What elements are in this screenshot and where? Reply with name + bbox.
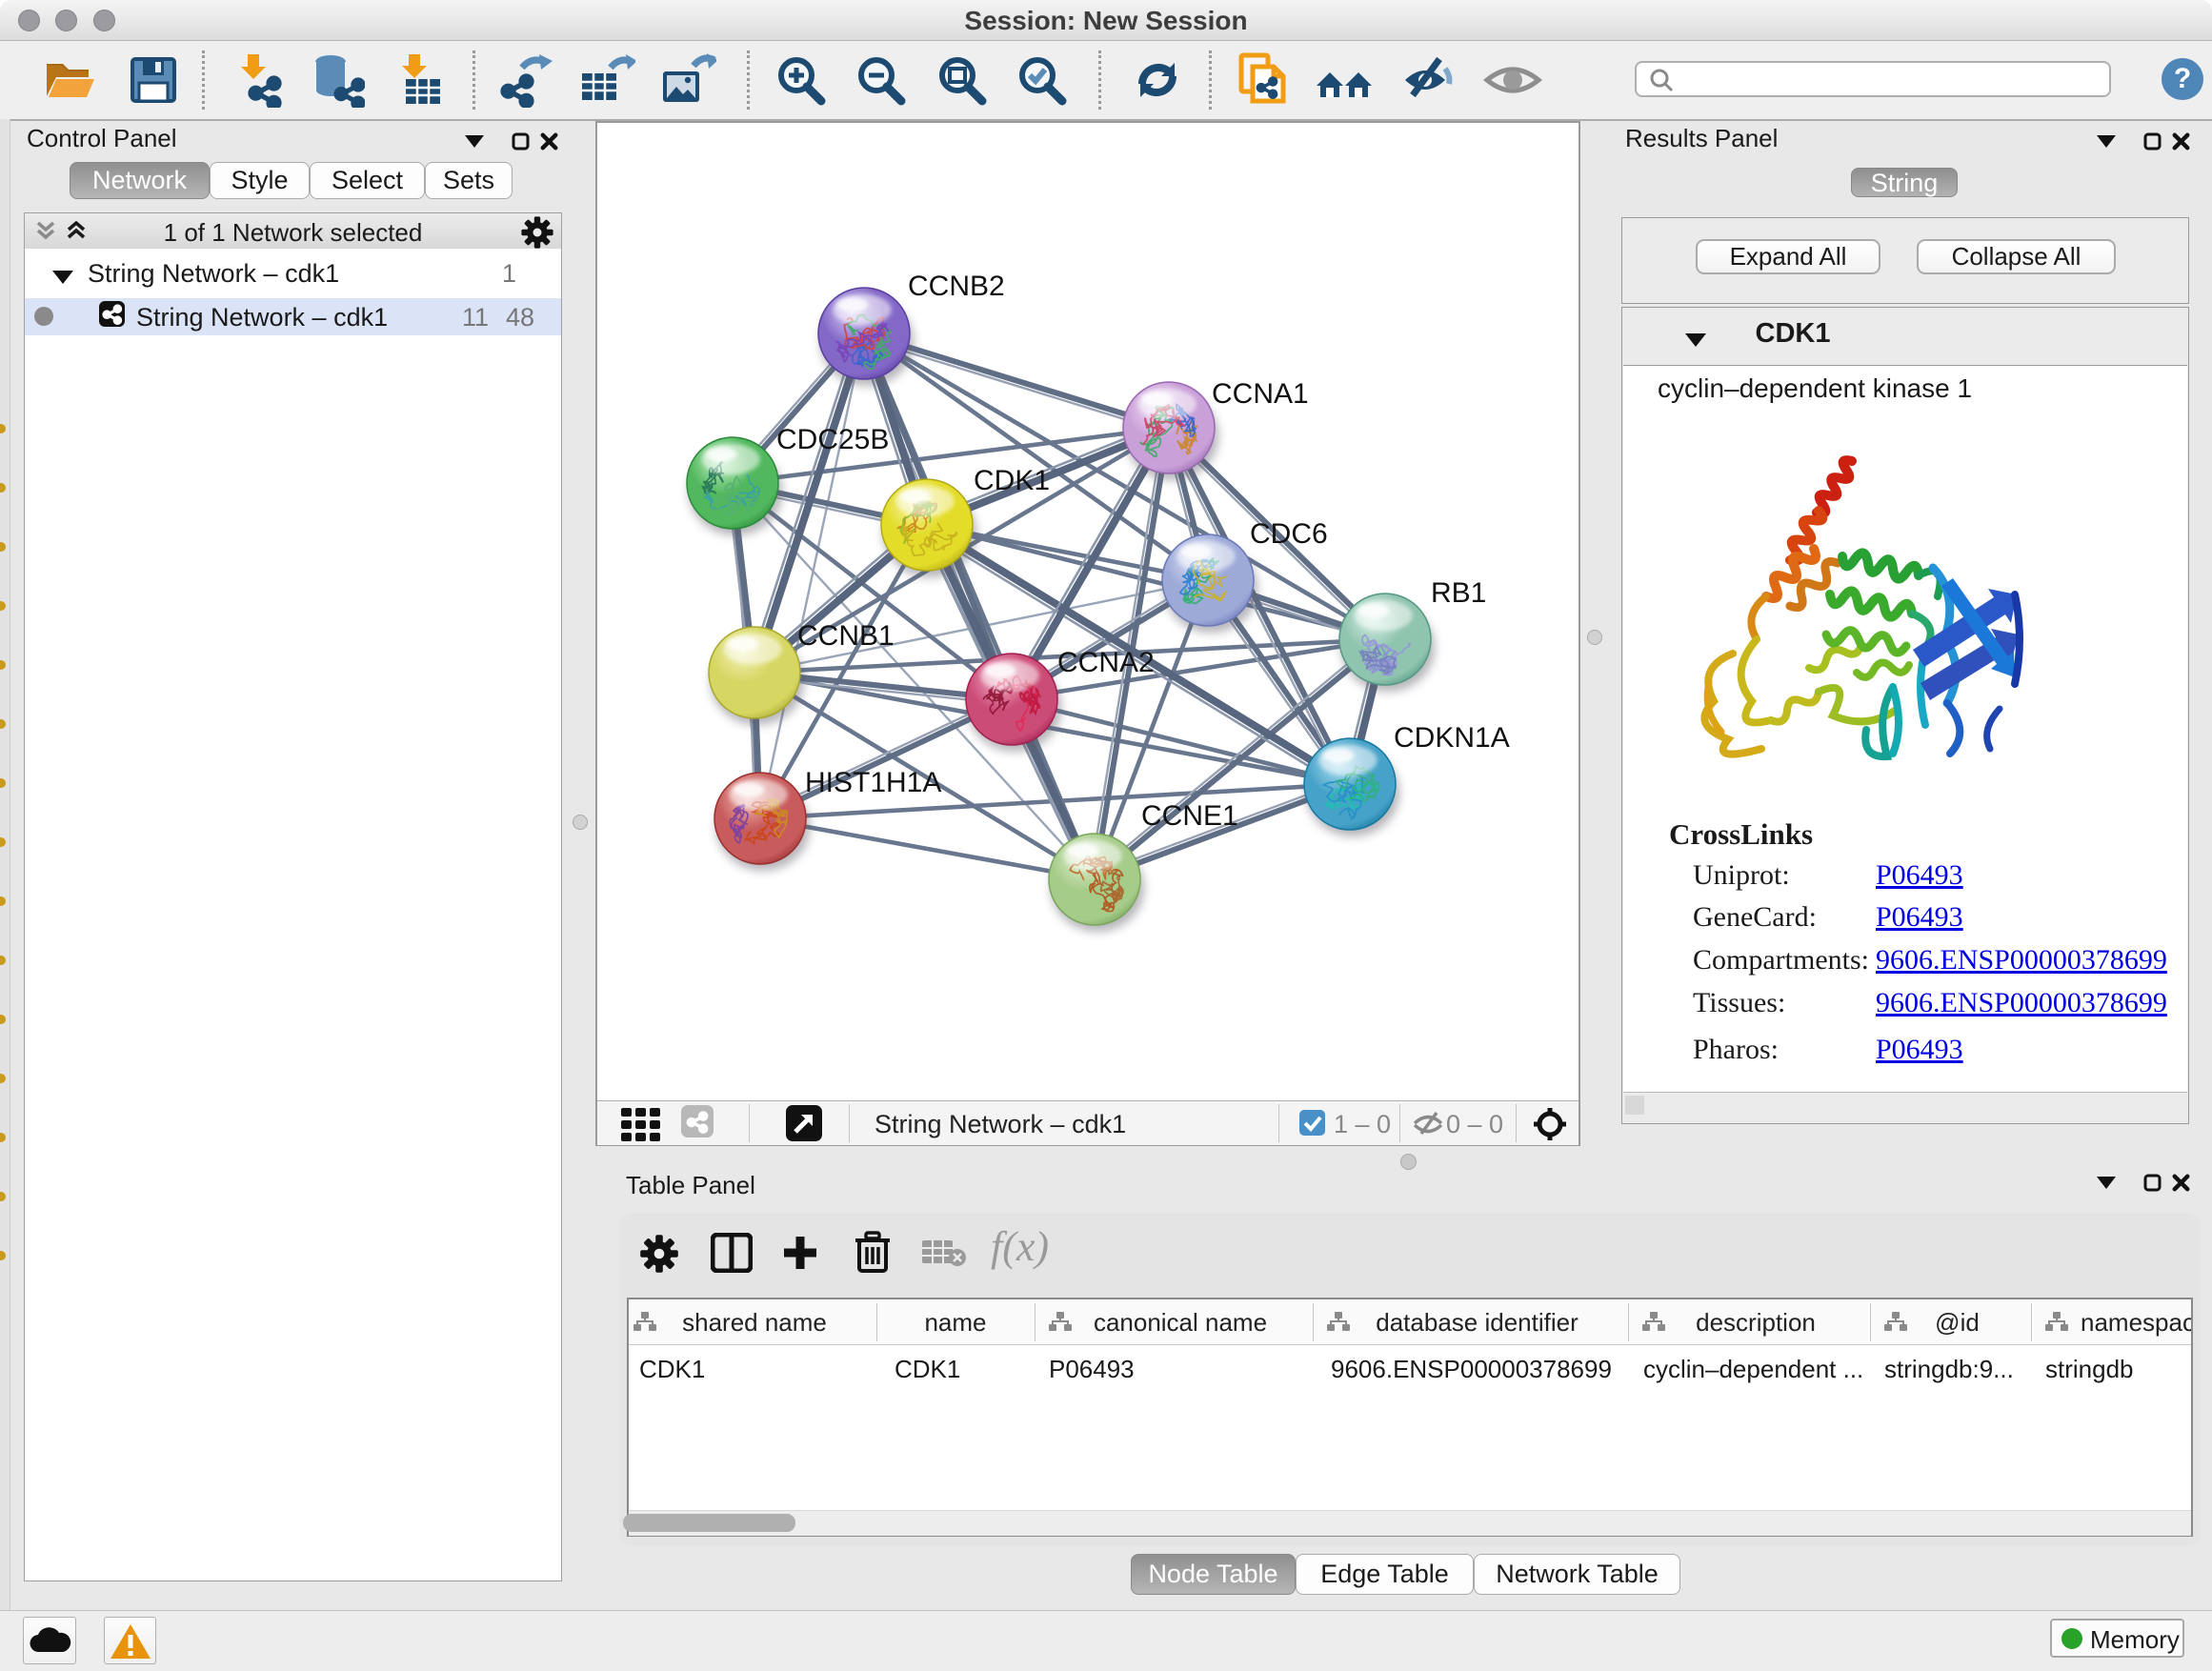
svg-text:CDC6: CDC6 xyxy=(1250,518,1328,550)
svg-text:CCNA1: CCNA1 xyxy=(1212,378,1309,410)
svg-text:CCNE1: CCNE1 xyxy=(1141,800,1238,832)
svg-text:CCNB2: CCNB2 xyxy=(908,271,1005,302)
svg-text:RB1: RB1 xyxy=(1431,577,1486,609)
svg-text:CDK1: CDK1 xyxy=(974,465,1050,496)
svg-text:CDKN1A: CDKN1A xyxy=(1394,722,1510,754)
svg-text:CDC25B: CDC25B xyxy=(776,424,889,455)
svg-text:HIST1H1A: HIST1H1A xyxy=(805,767,941,798)
svg-text:CCNA2: CCNA2 xyxy=(1057,647,1155,678)
svg-text:CCNB1: CCNB1 xyxy=(797,620,895,652)
